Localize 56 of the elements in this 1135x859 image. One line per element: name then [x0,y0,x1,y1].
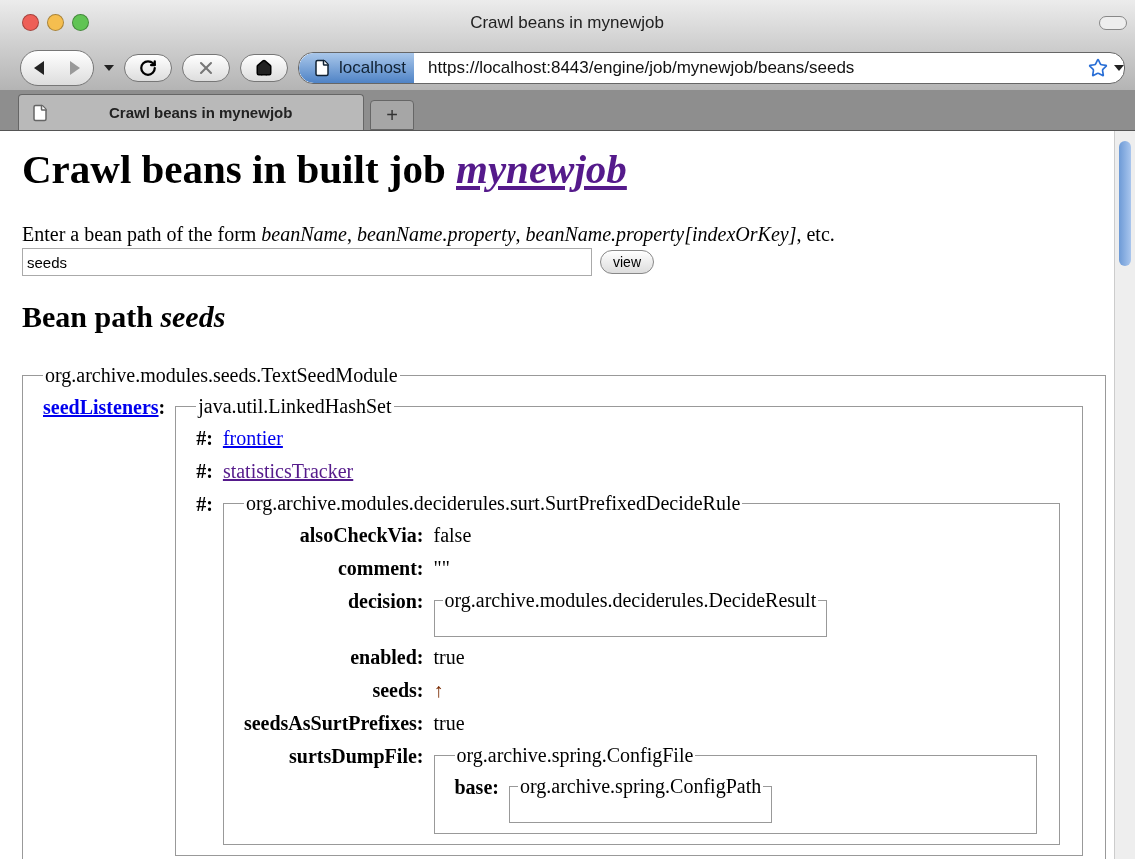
history-caret-icon [104,64,114,71]
property-label: base: [454,776,499,799]
page-heading: Crawl beans in built job [22,146,446,192]
property-label: seedsAsSurtPrefixes: [243,712,424,735]
bean-path-heading: Bean path seeds [22,300,227,335]
close-button[interactable] [22,14,39,31]
property-label: decision: [347,590,424,613]
reload-icon [139,58,157,77]
back-forward-control[interactable] [20,49,94,86]
back-triangle-icon [34,60,44,75]
bean-link[interactable]: statisticsTracker [222,460,354,483]
property-label: surtsDumpFile: [289,745,424,768]
class-name: org.archive.spring.ConfigPath [518,775,763,799]
bookmark-star-icon[interactable] [1088,57,1108,78]
property-label: #: [196,460,213,483]
property-label: comment: [337,557,424,580]
property-label: #: [196,493,213,516]
class-name: org.archive.spring.ConfigFile [455,744,695,768]
new-tab-button[interactable]: + [370,100,414,130]
class-name: java.util.LinkedHashSet [196,395,393,419]
property-value: "" [433,556,451,582]
class-name: org.archive.modules.seeds.TextSeedModule [44,364,399,388]
property-value: true [433,645,466,671]
property-label: seeds: [372,679,424,702]
up-arrow-text: ↑ [433,678,445,704]
class-name: org.archive.modules.deciderules.DecideResult [443,589,818,613]
site-identity-text: localhost [339,57,407,78]
instruction-text: Enter a bean path of the form beanName, beanName.property, beanName.property[indexOrKey], etc. [22,222,836,247]
browser-tab[interactable]: Crawl beans in mynewjob [18,94,364,130]
forward-triangle-icon [70,60,80,75]
zoom-button[interactable] [72,14,89,31]
window-title: Crawl beans in mynewjob [469,12,665,33]
property-label: #: [196,427,213,450]
minimize-button[interactable] [47,14,64,31]
property-label: alsoCheckVia: [299,524,424,547]
property-link[interactable]: seedListeners [43,396,159,419]
job-link[interactable]: mynewjob [456,146,627,192]
scroll-thumb[interactable] [1119,141,1131,266]
property-value: false [433,523,473,549]
page-icon [31,103,49,122]
stop-button[interactable] [182,53,230,82]
home-button[interactable] [240,53,288,82]
page-icon [313,58,331,77]
bean-link[interactable]: frontier [222,427,283,450]
bean-path-field[interactable]: seeds [22,248,592,277]
toolbar-toggle-button[interactable] [1099,16,1127,30]
address-field[interactable]: localhost https://localhost:8443/engine/job/mynewjob/beans/seeds [298,51,1125,84]
colon-text: : [158,396,166,419]
url-caret-icon [1114,64,1124,71]
url-text: https://localhost:8443/engine/job/mynewjob/beans/seeds [427,57,856,78]
property-label: enabled: [350,646,424,669]
reload-button[interactable] [124,53,172,82]
home-icon [255,58,273,77]
class-name: org.archive.modules.deciderules.surt.SurtPrefixedDecideRule [244,492,742,516]
property-value: true [433,711,466,737]
view-button[interactable]: view [600,250,654,275]
